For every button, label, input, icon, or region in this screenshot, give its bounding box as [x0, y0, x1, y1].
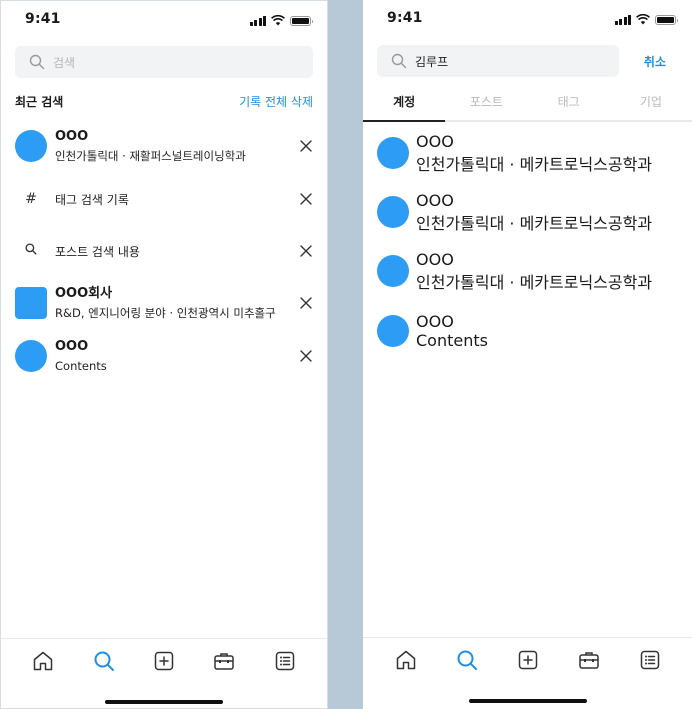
recent-item-tag[interactable]: # 태그 검색 기록 — [15, 177, 313, 221]
avatar — [15, 130, 47, 162]
close-icon[interactable] — [299, 349, 313, 363]
search-icon — [391, 53, 407, 69]
recent-item-name: OOO — [55, 128, 89, 144]
result-item[interactable]: OOO 인천가톨릭대 · 메카트로닉스공학과 — [377, 249, 678, 293]
result-item[interactable]: OOO 인천가톨릭대 · 메카트로닉스공학과 — [377, 131, 678, 175]
battery-icon — [290, 15, 313, 26]
recent-item-company[interactable]: OOO회사 R&D, 엔지니어링 분야 · 인천광역시 미추홀구 — [15, 281, 313, 325]
search-input[interactable]: 검색 — [15, 46, 313, 78]
briefcase-icon[interactable] — [212, 649, 236, 673]
home-icon[interactable] — [31, 649, 55, 673]
result-tabs: 계정 포스트 태그 기업 — [363, 82, 692, 122]
recent-item-name: OOO회사 — [55, 285, 113, 301]
avatar — [377, 137, 409, 169]
home-icon[interactable] — [394, 648, 418, 672]
list-icon[interactable] — [273, 649, 297, 673]
hashtag-icon: # — [25, 191, 37, 207]
signal-icon — [249, 15, 266, 26]
avatar — [377, 196, 409, 228]
search-value: 김루프 — [415, 54, 449, 69]
search-input[interactable]: 김루프 — [377, 45, 619, 77]
recent-item-user[interactable]: OOO 인천가톨릭대 · 재활퍼스널트레이닝학과 — [15, 124, 313, 168]
recent-item-post[interactable]: 포스트 검색 내용 — [15, 229, 313, 273]
recent-item-user[interactable]: OOO Contents — [15, 334, 313, 378]
status-bar: 9:41 — [363, 8, 692, 30]
search-results-screen: 9:41 김루프 취소 계정 포스트 태그 기업 OOO 인천가톨릭대 · 메카… — [363, 0, 692, 709]
status-time: 9:41 — [25, 11, 61, 27]
briefcase-icon[interactable] — [577, 648, 601, 672]
result-item[interactable]: OOO Contents — [377, 309, 678, 353]
search-icon — [29, 54, 45, 70]
search-icon — [25, 243, 37, 255]
recent-item-text: 포스트 검색 내용 — [55, 244, 140, 259]
result-name: OOO — [416, 190, 454, 210]
result-sub: Contents — [416, 331, 488, 350]
tab-companies[interactable]: 기업 — [610, 82, 692, 120]
add-icon[interactable] — [152, 649, 176, 673]
avatar — [15, 340, 47, 372]
home-indicator — [105, 700, 223, 704]
add-icon[interactable] — [516, 648, 540, 672]
recent-item-text: 태그 검색 기록 — [55, 192, 129, 207]
recent-item-name: OOO — [55, 338, 89, 354]
status-bar: 9:41 — [1, 9, 327, 31]
clear-all-button[interactable]: 기록 전체 삭제 — [239, 93, 313, 110]
bottom-tab-bar — [1, 638, 327, 708]
result-item[interactable]: OOO 인천가톨릭대 · 메카트로닉스공학과 — [377, 190, 678, 234]
recent-item-sub: 인천가톨릭대 · 재활퍼스널트레이닝학과 — [55, 148, 246, 163]
list-icon[interactable] — [638, 648, 662, 672]
close-icon[interactable] — [299, 139, 313, 153]
tab-posts[interactable]: 포스트 — [445, 82, 527, 120]
avatar — [377, 315, 409, 347]
recent-item-sub: R&D, 엔지니어링 분야 · 인천광역시 미추홀구 — [55, 305, 276, 320]
recent-search-title: 최근 검색 — [15, 95, 64, 109]
search-placeholder: 검색 — [53, 55, 76, 70]
search-icon[interactable] — [92, 649, 116, 673]
close-icon[interactable] — [299, 244, 313, 258]
wifi-icon — [636, 14, 650, 25]
company-logo — [15, 287, 47, 319]
bottom-tab-bar — [363, 637, 692, 709]
tab-accounts[interactable]: 계정 — [363, 82, 446, 122]
close-icon[interactable] — [299, 296, 313, 310]
wifi-icon — [271, 15, 285, 26]
home-indicator — [468, 699, 587, 703]
signal-icon — [614, 14, 631, 25]
battery-icon — [655, 14, 678, 25]
result-sub: 인천가톨릭대 · 메카트로닉스공학과 — [416, 272, 653, 292]
cancel-button[interactable]: 취소 — [644, 53, 666, 70]
result-name: OOO — [416, 249, 454, 269]
result-sub: 인천가톨릭대 · 메카트로닉스공학과 — [416, 213, 653, 233]
avatar — [377, 255, 409, 287]
recent-search-screen: 9:41 검색 최근 검색 기록 전체 삭제 OOO 인천가톨릭대 · 재활퍼스… — [0, 0, 328, 709]
status-time: 9:41 — [387, 10, 423, 26]
search-icon[interactable] — [455, 648, 479, 672]
recent-item-sub: Contents — [55, 358, 107, 373]
result-name: OOO — [416, 131, 454, 151]
close-icon[interactable] — [299, 192, 313, 206]
tab-tags[interactable]: 태그 — [528, 82, 610, 120]
result-name: OOO — [416, 312, 454, 331]
result-sub: 인천가톨릭대 · 메카트로닉스공학과 — [416, 154, 653, 174]
